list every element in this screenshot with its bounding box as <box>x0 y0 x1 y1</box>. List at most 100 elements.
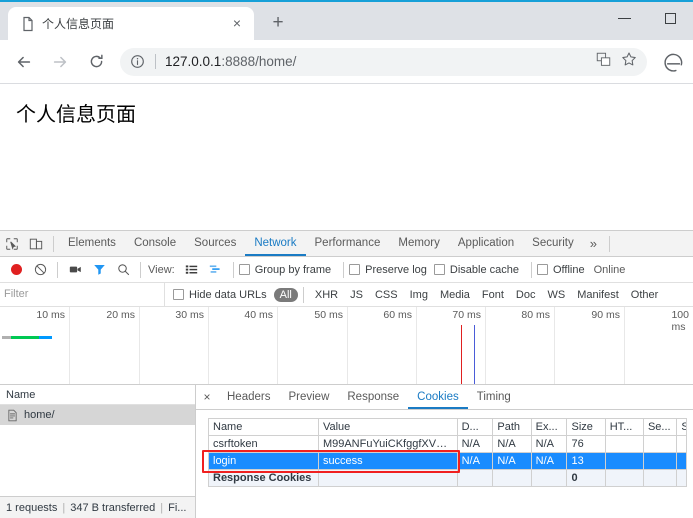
omnibox-divider <box>155 54 156 69</box>
checkbox-box[interactable] <box>349 264 361 275</box>
tab-elements[interactable]: Elements <box>59 231 125 256</box>
cookies-cell <box>604 469 644 487</box>
timeline-gridline <box>208 307 209 384</box>
maximize-button[interactable] <box>647 2 693 34</box>
timeline-tick-label: 70 ms <box>452 309 481 321</box>
page-info-icon[interactable] <box>130 54 146 70</box>
cookies-column-header[interactable]: Ex... <box>530 418 568 436</box>
tab-cookies[interactable]: Cookies <box>408 385 468 409</box>
disable-cache-checkbox[interactable]: Disable cache <box>433 264 519 276</box>
cookies-cell: N/A <box>492 435 532 453</box>
filter-type-all[interactable]: All <box>273 287 298 302</box>
screenshot-camera-icon[interactable] <box>63 258 87 282</box>
new-tab-button[interactable]: + <box>264 9 292 37</box>
tab-console[interactable]: Console <box>125 231 185 256</box>
timeline-request-bar <box>39 336 52 339</box>
filter-type-xhr[interactable]: XHR <box>309 288 344 302</box>
cookies-cell: M99ANFuYuiCKfggfXVPRy... <box>317 435 458 453</box>
reload-icon[interactable] <box>81 47 111 77</box>
group-by-frame-checkbox[interactable]: Group by frame <box>238 263 332 276</box>
waterfall-view-icon[interactable] <box>204 258 228 282</box>
tab-memory[interactable]: Memory <box>389 231 449 256</box>
record-icon[interactable] <box>4 258 28 282</box>
cookies-column-header[interactable]: HT... <box>604 418 644 436</box>
more-tabs-chevron-icon[interactable]: » <box>583 236 604 251</box>
devtools-panel: Elements Console Sources Network Perform… <box>0 230 693 518</box>
filter-input[interactable]: Filter <box>0 283 165 306</box>
star-icon[interactable] <box>621 51 637 72</box>
address-bar[interactable]: 127.0.0.1:8888/home/ <box>120 47 647 76</box>
checkbox-box[interactable] <box>173 289 184 300</box>
checkbox-box[interactable] <box>433 264 445 275</box>
translate-icon[interactable] <box>596 52 611 72</box>
cookies-cell <box>604 452 644 470</box>
filter-type-css[interactable]: CSS <box>369 288 404 302</box>
filter-type-font[interactable]: Font <box>476 288 510 302</box>
browser-window: 个人信息页面 × + 127.0.0.1:8888/home/ 个人信息页面 E… <box>0 0 693 518</box>
tab-network[interactable]: Network <box>245 231 305 256</box>
filter-type-img[interactable]: Img <box>404 288 434 302</box>
cookies-table-header-row: NameValueD...PathEx...SizeHT...Se...S <box>208 418 687 436</box>
group-by-frame-label: Group by frame <box>254 263 332 276</box>
cookies-column-header[interactable]: Name <box>208 418 319 436</box>
timeline-tick-label: 10 ms <box>36 309 65 321</box>
checkbox-box[interactable] <box>238 264 250 275</box>
timeline-gridline <box>69 307 70 384</box>
search-icon[interactable] <box>111 258 135 282</box>
toolbar-divider-1 <box>57 261 58 278</box>
timeline-gridline <box>485 307 486 384</box>
timeline-gridline <box>347 307 348 384</box>
inspect-element-icon[interactable] <box>0 232 24 256</box>
preserve-log-checkbox[interactable]: Preserve log <box>349 264 427 276</box>
cookies-column-header[interactable]: Value <box>317 418 458 436</box>
filter-funnel-icon[interactable] <box>87 258 111 282</box>
timeline-request-bar <box>11 336 39 339</box>
tab-response[interactable]: Response <box>338 385 408 409</box>
tab-timing[interactable]: Timing <box>468 385 520 409</box>
forward-arrow-icon[interactable] <box>45 47 75 77</box>
tab-sources[interactable]: Sources <box>185 231 245 256</box>
cookies-table-row[interactable]: csrftoken M99ANFuYuiCKfggfXVPRy... N/A N/A N… <box>208 435 687 453</box>
tab-performance[interactable]: Performance <box>306 231 390 256</box>
request-row-home[interactable]: home/ <box>0 405 195 425</box>
profile-avatar-icon[interactable] <box>661 49 687 75</box>
close-icon[interactable]: × <box>228 15 246 33</box>
filter-type-doc[interactable]: Doc <box>510 288 542 302</box>
toolbar-divider-end <box>608 235 610 252</box>
tab-preview[interactable]: Preview <box>279 385 338 409</box>
cookies-cell <box>456 469 494 487</box>
filter-type-manifest[interactable]: Manifest <box>571 288 625 302</box>
cookies-column-header[interactable]: Size <box>566 418 606 436</box>
hide-data-urls-checkbox[interactable]: Hide data URLs <box>173 289 267 301</box>
cookies-table-row[interactable]: Response Cookies 0 <box>208 469 687 487</box>
network-timeline[interactable]: 10 ms 20 ms 30 ms 40 ms 50 ms 60 ms 70 ms 80 ms… <box>0 307 693 385</box>
tab-headers[interactable]: Headers <box>218 385 279 409</box>
offline-checkbox[interactable]: Offline <box>536 264 585 276</box>
timeline-gridline <box>277 307 278 384</box>
cookies-table-row[interactable]: login success N/A N/A N/A 13 <box>208 452 687 470</box>
back-arrow-icon[interactable] <box>9 47 39 77</box>
cookies-column-header[interactable]: D... <box>456 418 494 436</box>
close-icon[interactable]: × <box>196 390 218 404</box>
clear-icon[interactable] <box>28 258 52 282</box>
tab-title: 个人信息页面 <box>42 17 115 31</box>
cookies-column-header[interactable]: S <box>676 418 687 436</box>
cookies-cell: Response Cookies <box>208 469 319 487</box>
tab-application[interactable]: Application <box>449 231 523 256</box>
filter-type-media[interactable]: Media <box>434 288 476 302</box>
device-toolbar-icon[interactable] <box>24 232 48 256</box>
timeline-tick-label: 20 ms <box>106 309 135 321</box>
tab-security[interactable]: Security <box>523 231 583 256</box>
cookies-column-header[interactable]: Path <box>492 418 532 436</box>
list-view-icon[interactable] <box>180 258 204 282</box>
filter-type-ws[interactable]: WS <box>541 288 571 302</box>
filter-type-js[interactable]: JS <box>344 288 369 302</box>
cookies-table-body: csrftoken M99ANFuYuiCKfggfXVPRy... N/A N/A N… <box>208 435 687 487</box>
browser-tab[interactable]: 个人信息页面 × <box>8 7 254 40</box>
checkbox-box[interactable] <box>536 264 548 275</box>
minimize-button[interactable] <box>601 2 647 34</box>
filter-type-other[interactable]: Other <box>625 288 665 302</box>
status-transferred: 347 B transferred <box>70 501 156 514</box>
cookies-column-header[interactable]: Se... <box>642 418 678 436</box>
online-label[interactable]: Online <box>594 264 626 276</box>
